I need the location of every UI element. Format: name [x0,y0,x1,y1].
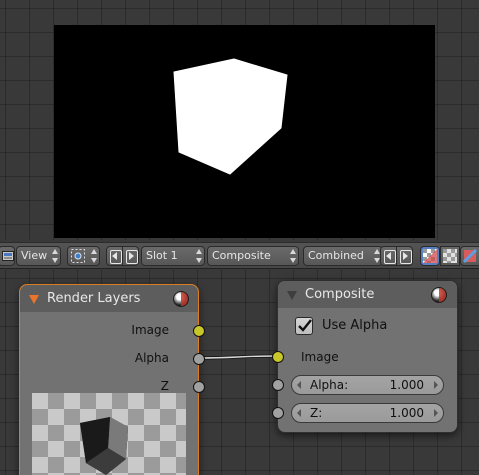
output-label-alpha: Alpha [134,351,169,365]
use-alpha-checkbox[interactable] [295,317,313,335]
collapse-triangle-icon[interactable] [287,291,297,300]
pivot-select[interactable] [67,246,100,266]
layer-select[interactable]: Composite [207,246,299,266]
image-editor-icon [2,251,14,261]
z-field-label: Z: [310,406,323,420]
updown-arrows-icon [90,249,97,263]
view-menu[interactable]: View [16,246,61,266]
output-socket-z[interactable] [193,381,205,393]
output-socket-image[interactable] [193,325,205,337]
arrow-right-icon [126,250,138,264]
render-layers-node[interactable]: Render Layers Image Alpha Z [19,284,205,475]
use-alpha-label: Use Alpha [322,318,388,333]
output-label-z: Z [160,379,169,393]
previous-pass-button[interactable] [380,246,397,266]
updown-arrows-icon [373,249,380,263]
input-socket-z[interactable] [272,407,284,419]
next-pass-button[interactable] [396,246,413,266]
render-layers-header[interactable]: Render Layers [20,285,198,312]
slot-select-label: Slot 1 [146,249,178,262]
node-editor-header: View Slot 1 Composite Combined [0,242,479,269]
render-layers-title: Render Layers [47,291,141,306]
output-socket-alpha[interactable] [193,353,205,365]
composite-node[interactable]: Composite Use Alpha Image Alpha: 1.000 Z… [272,280,458,433]
composite-title: Composite [305,287,375,302]
decrement-arrow-icon[interactable] [297,381,301,389]
arrow-left-icon [384,250,396,264]
backdrop-viewer [0,0,479,240]
pass-select-label: Combined [308,249,364,262]
pivot-icon [71,249,85,263]
draw-alpha-button[interactable] [440,246,460,266]
slot-select[interactable]: Slot 1 [141,246,205,266]
output-label-image: Image [131,323,169,337]
updown-arrows-icon [289,249,296,263]
node-preview-toggle-icon[interactable] [173,291,189,307]
checkmark-icon [298,319,312,332]
paint-icon [463,249,477,263]
alpha-field-value: 1.000 [389,378,424,392]
alpha-field-label: Alpha: [310,378,349,392]
alpha-value-field[interactable]: Alpha: 1.000 [291,375,444,395]
arrow-right-icon [400,250,412,264]
decrement-arrow-icon[interactable] [297,409,301,417]
view-menu-label: View [21,249,48,262]
node-preview-toggle-icon[interactable] [431,287,447,303]
input-socket-alpha[interactable] [272,379,284,391]
cube-shape [173,58,288,175]
updown-arrows-icon [195,249,202,263]
draw-color-alpha-button[interactable] [420,246,440,266]
pass-select[interactable]: Combined [303,246,383,266]
node-editor-canvas[interactable]: Render Layers Image Alpha Z Composite Us… [0,270,479,475]
input-socket-image[interactable] [272,351,284,363]
layer-select-label: Composite [212,249,271,262]
increment-arrow-icon[interactable] [434,381,438,389]
collapse-triangle-icon[interactable] [29,295,39,304]
next-slot-button[interactable] [122,246,139,266]
z-value-field[interactable]: Z: 1.000 [291,403,444,423]
composite-header[interactable]: Composite [278,281,457,308]
updown-arrows-icon [51,249,58,263]
render-backdrop-image [54,25,435,238]
color-alpha-icon [423,249,437,263]
arrow-left-icon [110,250,122,264]
checker-icon [443,249,457,263]
draw-z-button[interactable] [460,246,479,266]
increment-arrow-icon[interactable] [434,409,438,417]
previous-slot-button[interactable] [106,246,123,266]
render-layers-preview [32,393,186,475]
editor-type-select[interactable] [0,246,15,266]
input-label-image: Image [301,350,339,364]
z-field-value: 1.000 [389,406,424,420]
